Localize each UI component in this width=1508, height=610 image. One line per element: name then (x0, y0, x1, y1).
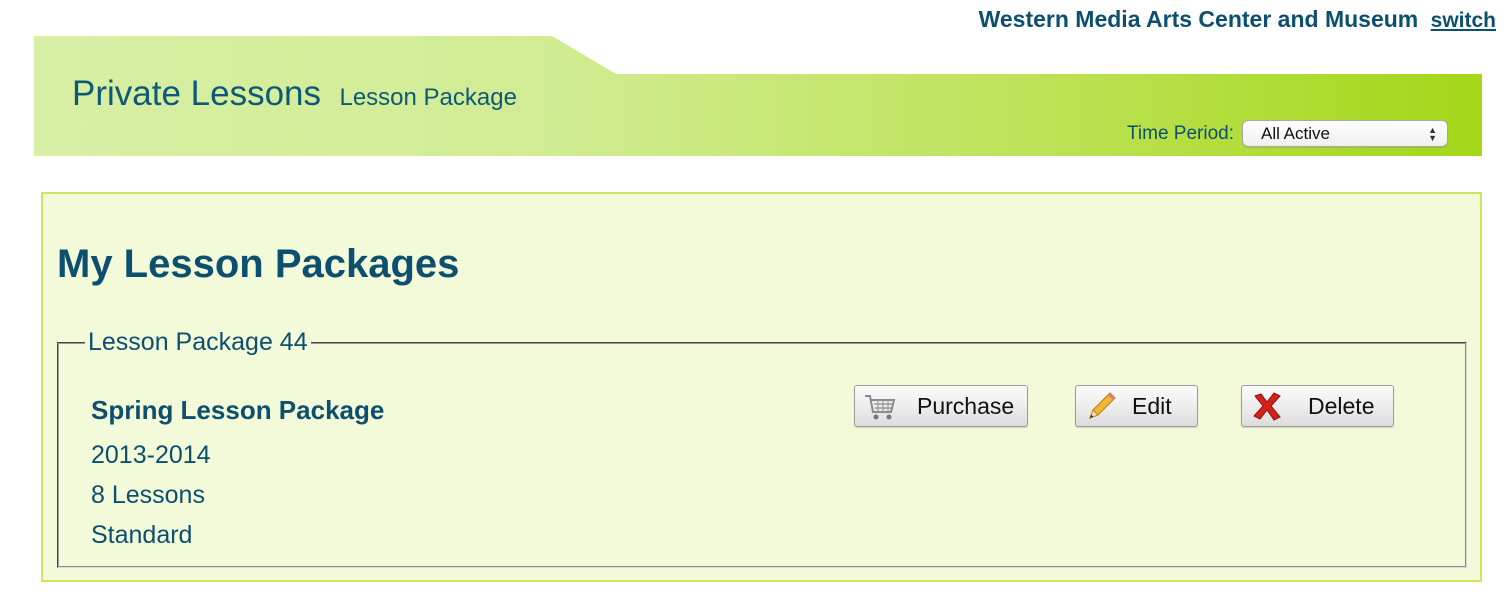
purchase-button-label: Purchase (917, 392, 1015, 419)
org-header: Western Media Arts Center and Museum swi… (979, 6, 1496, 33)
time-period-selected-value: All Active (1261, 123, 1330, 143)
package-lesson-count: 8 Lessons (91, 481, 205, 509)
switch-org-link[interactable]: switch (1431, 9, 1496, 32)
red-x-icon (1253, 392, 1281, 421)
page-subtitle: Lesson Package (339, 84, 517, 111)
time-period-select[interactable]: All Active ▲ ▼ (1242, 120, 1448, 147)
package-legend: Lesson Package 44 (88, 328, 308, 356)
page-banner: Private Lessons Lesson Package Time Peri… (34, 36, 1482, 156)
time-period-filter: Time Period: All Active ▲ ▼ (1127, 120, 1448, 147)
pencil-icon (1089, 392, 1116, 419)
lesson-packages-panel: My Lesson Packages Lesson Package 44 Spr… (41, 192, 1482, 582)
delete-button[interactable]: Delete (1241, 385, 1394, 427)
time-period-label: Time Period: (1127, 122, 1234, 144)
package-type: Standard (91, 521, 193, 549)
select-updown-icon: ▲ ▼ (1428, 124, 1437, 143)
package-year: 2013-2014 (91, 441, 211, 469)
package-name: Spring Lesson Package (91, 395, 385, 425)
section-heading: My Lesson Packages (57, 242, 460, 286)
purchase-button[interactable]: Purchase (854, 385, 1028, 427)
edit-button[interactable]: Edit (1075, 385, 1198, 427)
org-name: Western Media Arts Center and Museum (978, 6, 1419, 32)
page-title-group: Private Lessons Lesson Package (72, 74, 517, 114)
delete-button-label: Delete (1308, 392, 1375, 419)
edit-button-label: Edit (1132, 392, 1172, 419)
page-title: Private Lessons (72, 74, 322, 113)
shopping-cart-icon (865, 395, 896, 420)
lesson-package-card: Lesson Package 44 Spring Lesson Package … (57, 328, 1467, 568)
